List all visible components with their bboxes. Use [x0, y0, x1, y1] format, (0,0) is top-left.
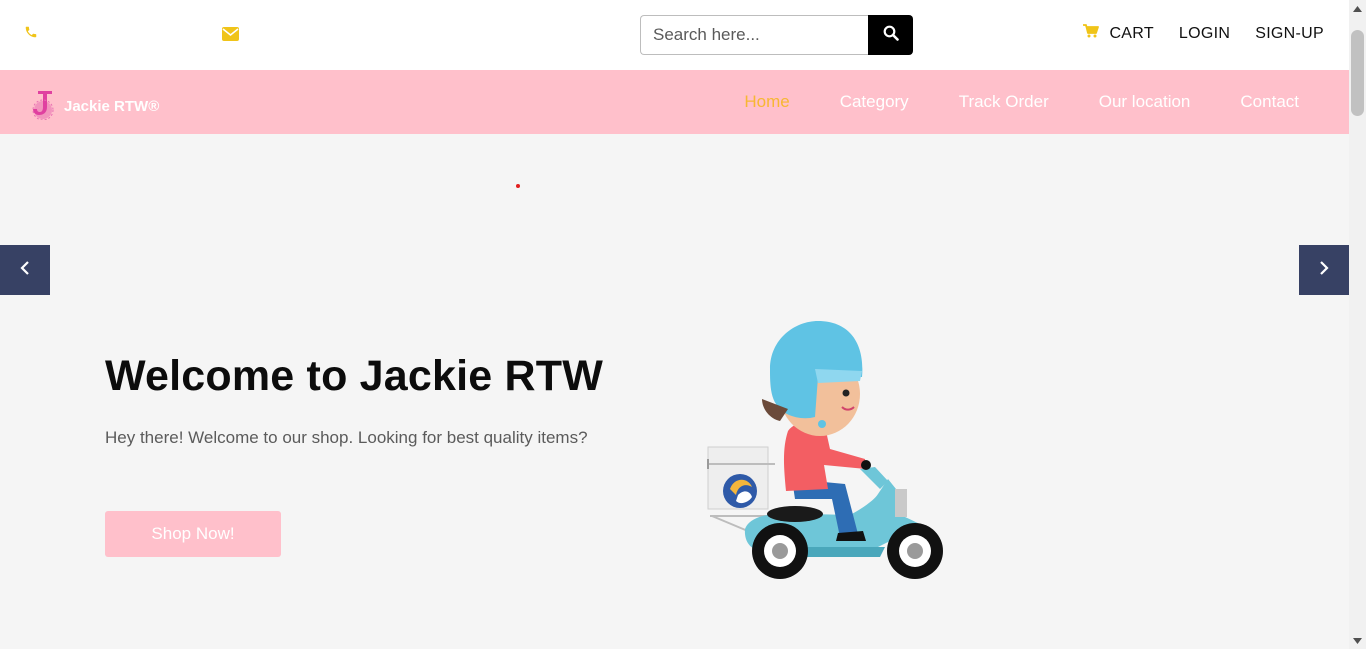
- nav-menu: Home Category Track Order Our location C…: [694, 92, 1299, 112]
- search-input[interactable]: [640, 15, 868, 55]
- search-form: [640, 15, 913, 55]
- nav-item-category[interactable]: Category: [840, 92, 909, 112]
- carousel-prev-button[interactable]: [0, 245, 50, 295]
- envelope-icon[interactable]: [222, 27, 239, 41]
- top-bar: CART LOGIN SIGN-UP: [0, 0, 1349, 70]
- nav-item-our-location[interactable]: Our location: [1099, 92, 1191, 112]
- cart-icon: [1083, 24, 1109, 43]
- cart-link[interactable]: CART: [1083, 24, 1154, 43]
- brand-name: Jackie RTW®: [64, 98, 160, 115]
- brand-logo: [28, 88, 58, 125]
- hero-title: Welcome to Jackie RTW: [105, 352, 604, 400]
- scroll-down-arrow-icon[interactable]: [1353, 636, 1362, 645]
- hero-subtitle: Hey there! Welcome to our shop. Looking …: [105, 428, 588, 447]
- nav-item-home[interactable]: Home: [744, 92, 789, 112]
- phone-icon[interactable]: [24, 25, 40, 43]
- login-link[interactable]: LOGIN: [1179, 25, 1230, 43]
- nav-item-track-order[interactable]: Track Order: [959, 92, 1049, 112]
- scrollbar-thumb[interactable]: [1351, 30, 1364, 116]
- decorative-dot: [516, 184, 520, 188]
- account-links: CART LOGIN SIGN-UP: [1083, 24, 1324, 43]
- search-icon: [883, 25, 899, 46]
- chevron-left-icon: [20, 260, 30, 280]
- carousel-next-button[interactable]: [1299, 245, 1349, 295]
- brand-logo-link[interactable]: Jackie RTW®: [28, 88, 159, 125]
- signup-link[interactable]: SIGN-UP: [1255, 25, 1324, 43]
- chevron-right-icon: [1319, 260, 1329, 280]
- page-scrollbar[interactable]: [1349, 0, 1366, 649]
- search-button[interactable]: [868, 15, 913, 55]
- main-navbar: Jackie RTW® Home Category Track Order Ou…: [0, 70, 1349, 134]
- nav-item-contact[interactable]: Contact: [1240, 92, 1299, 112]
- hero-carousel: Welcome to Jackie RTW Hey there! Welcome…: [0, 134, 1349, 649]
- delivery-scooter-illustration: [707, 321, 943, 579]
- cart-label: CART: [1109, 24, 1154, 42]
- scroll-up-arrow-icon[interactable]: [1353, 4, 1362, 13]
- shop-now-button[interactable]: Shop Now!: [105, 511, 281, 557]
